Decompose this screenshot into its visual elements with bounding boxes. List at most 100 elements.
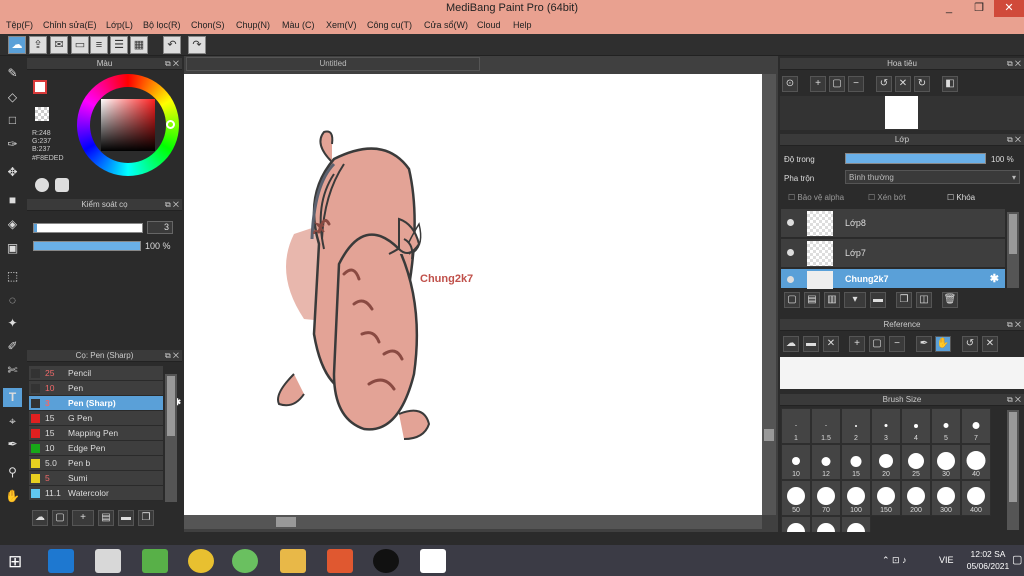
menu-tools[interactable]: Công cụ(T) — [367, 20, 412, 30]
eraser-tool-icon[interactable]: ◇ — [3, 88, 22, 107]
dot-tool-icon[interactable]: ✑ — [3, 135, 22, 154]
menu-edit[interactable]: Chỉnh sửa(E) — [43, 20, 97, 30]
layer-folder-icon[interactable]: ▬ — [870, 292, 886, 308]
nav-zoom-out-icon[interactable]: − — [848, 76, 864, 92]
ie-icon[interactable] — [48, 549, 74, 573]
brush-folder-icon[interactable]: ▬ — [118, 510, 134, 526]
hand-tool-icon[interactable]: ✋ — [3, 487, 22, 506]
rect-tool-icon[interactable]: □ — [3, 111, 22, 130]
brush-tool-icon[interactable]: ✎ — [3, 64, 22, 83]
new-layer-copy-icon[interactable]: ▤ — [804, 292, 820, 308]
menu-view[interactable]: Xem(V) — [326, 20, 357, 30]
ref-zoom-in-icon[interactable]: + — [849, 336, 865, 352]
brush-item-mapping-pen[interactable]: 15 Mapping Pen — [29, 426, 163, 441]
layer-duplicate-icon[interactable]: ❐ — [896, 292, 912, 308]
grid-icon[interactable]: ▦ — [130, 36, 148, 54]
select-eraser-icon[interactable]: ✄ — [3, 361, 22, 380]
layer-settings-icon[interactable]: ✱ — [990, 272, 999, 285]
navigator-preview[interactable] — [780, 96, 1024, 130]
brush-copy-icon[interactable]: ▤ — [98, 510, 114, 526]
page-icon[interactable]: ▭ — [71, 36, 89, 54]
transparent-swatch[interactable] — [35, 107, 49, 121]
ref-actual-icon[interactable]: ▢ — [869, 336, 885, 352]
brush-item-pen-b[interactable]: 5.0 Pen b — [29, 456, 163, 471]
clip-checkbox[interactable]: ☐ Xén bớt — [868, 193, 906, 202]
brush-size-5[interactable]: 5 — [931, 408, 961, 444]
tray-icons[interactable]: ⌃ ⊡ ♪ — [882, 555, 907, 566]
pick-tool-icon[interactable]: ⚲ — [3, 463, 22, 482]
nav-rotate-right-icon[interactable]: ↻ — [914, 76, 930, 92]
brush-size-scrollbar[interactable] — [1007, 410, 1019, 530]
menu-snap[interactable]: Chụp(N) — [236, 20, 270, 30]
redo-icon[interactable]: ↷ — [188, 36, 206, 54]
menu-file[interactable]: Tệp(F) — [6, 20, 33, 30]
ref-zoom-out-icon[interactable]: − — [889, 336, 905, 352]
ref-fit-icon[interactable]: ✕ — [982, 336, 998, 352]
ref-eyedropper-icon[interactable]: ✒ — [916, 336, 932, 352]
brush-item-sumi[interactable]: 5 Sumi — [29, 471, 163, 486]
nav-flip-icon[interactable]: ◧ — [942, 76, 958, 92]
text-tool-icon[interactable]: T — [3, 388, 22, 407]
eye-icon[interactable] — [787, 249, 794, 256]
layer-delete-icon[interactable]: 🗑 — [942, 292, 958, 308]
nav-zoom-in-icon[interactable]: + — [810, 76, 826, 92]
layer-row-lop7[interactable]: Lớp7 — [781, 239, 1005, 268]
drawing-canvas[interactable]: Chung2k7 — [184, 74, 762, 515]
brush-size-400[interactable]: 400 — [961, 480, 991, 516]
brush-size-value[interactable]: 3 — [147, 221, 173, 234]
ref-open-icon[interactable]: ▬ — [803, 336, 819, 352]
magic-wand-icon[interactable]: ✦ — [3, 314, 22, 333]
brush-size-2[interactable]: 2 — [841, 408, 871, 444]
ref-cloud-icon[interactable]: ☁ — [783, 336, 799, 352]
brush-opacity-slider[interactable] — [33, 241, 141, 251]
layer-row-lop8[interactable]: Lớp8 — [781, 209, 1005, 238]
brush-item-pen-sharp[interactable]: 3 Pen (Sharp) ✱ — [29, 396, 181, 411]
document-icon[interactable]: ≡ — [90, 36, 108, 54]
bucket-tool-icon[interactable]: ◈ — [3, 215, 22, 234]
menu-filter[interactable]: Bộ lọc(R) — [143, 20, 181, 30]
layer-scrollbar[interactable] — [1007, 212, 1019, 288]
canvas-vertical-scrollbar[interactable] — [762, 74, 776, 515]
menu-layer[interactable]: Lớp(L) — [106, 20, 133, 30]
fill-rect-tool-icon[interactable]: ■ — [3, 191, 22, 210]
brush-list-scrollbar[interactable] — [165, 374, 177, 502]
brush-size-slider[interactable] — [33, 223, 143, 233]
hue-handle[interactable] — [166, 120, 175, 129]
brush-size-100[interactable]: 100 — [841, 480, 871, 516]
eyedropper-icon[interactable]: ✒ — [3, 435, 22, 454]
app-icon[interactable] — [95, 549, 121, 573]
brush-size-7[interactable]: 7 — [961, 408, 991, 444]
lock-checkbox[interactable]: ☐ Khóa — [947, 193, 975, 202]
hue-wheel[interactable] — [77, 74, 179, 176]
canvas-tab[interactable]: Untitled — [186, 57, 480, 71]
brush-size-10[interactable]: 10 — [781, 444, 811, 480]
undo-icon[interactable]: ↶ — [163, 36, 181, 54]
menu-color[interactable]: Màu (C) — [282, 20, 315, 30]
nav-fit-icon[interactable]: ✕ — [895, 76, 911, 92]
minimize-button[interactable]: _ — [934, 0, 964, 17]
nav-actual-size-icon[interactable]: ▢ — [829, 76, 845, 92]
eye-icon[interactable] — [787, 276, 794, 283]
protect-alpha-checkbox[interactable]: ☐ Bảo vệ alpha — [788, 193, 844, 202]
layer-row-chung2k7[interactable]: Chung2k7 ✱ — [781, 269, 1005, 289]
brush-size-1[interactable]: 1 — [781, 408, 811, 444]
menu-cloud[interactable]: Cloud — [477, 20, 501, 30]
brush-item-pen[interactable]: 10 Pen — [29, 381, 163, 396]
brush-size-extra[interactable] — [841, 516, 871, 532]
brush-size-25[interactable]: 25 — [901, 444, 931, 480]
brush-size-3[interactable]: 3 — [871, 408, 901, 444]
brush-item-g-pen[interactable]: 15 G Pen — [29, 411, 163, 426]
canvas-horizontal-scrollbar[interactable] — [184, 515, 762, 529]
nav-zoom-fit-icon[interactable]: ⊙ — [782, 76, 798, 92]
nav-rotate-left-icon[interactable]: ↺ — [876, 76, 892, 92]
saturation-square[interactable] — [101, 99, 155, 151]
tiktok-icon[interactable] — [373, 549, 399, 573]
brush-size-150[interactable]: 150 — [871, 480, 901, 516]
foreground-swatch[interactable] — [33, 80, 47, 94]
clock-time[interactable]: 12:02 SA — [966, 549, 1010, 559]
ref-rotate-icon[interactable]: ↺ — [962, 336, 978, 352]
language-indicator[interactable]: VIE — [939, 555, 954, 565]
brush-size-200[interactable]: 200 — [901, 480, 931, 516]
share-icon[interactable]: ⇪ — [29, 36, 47, 54]
clock-date[interactable]: 05/06/2021 — [966, 561, 1010, 571]
